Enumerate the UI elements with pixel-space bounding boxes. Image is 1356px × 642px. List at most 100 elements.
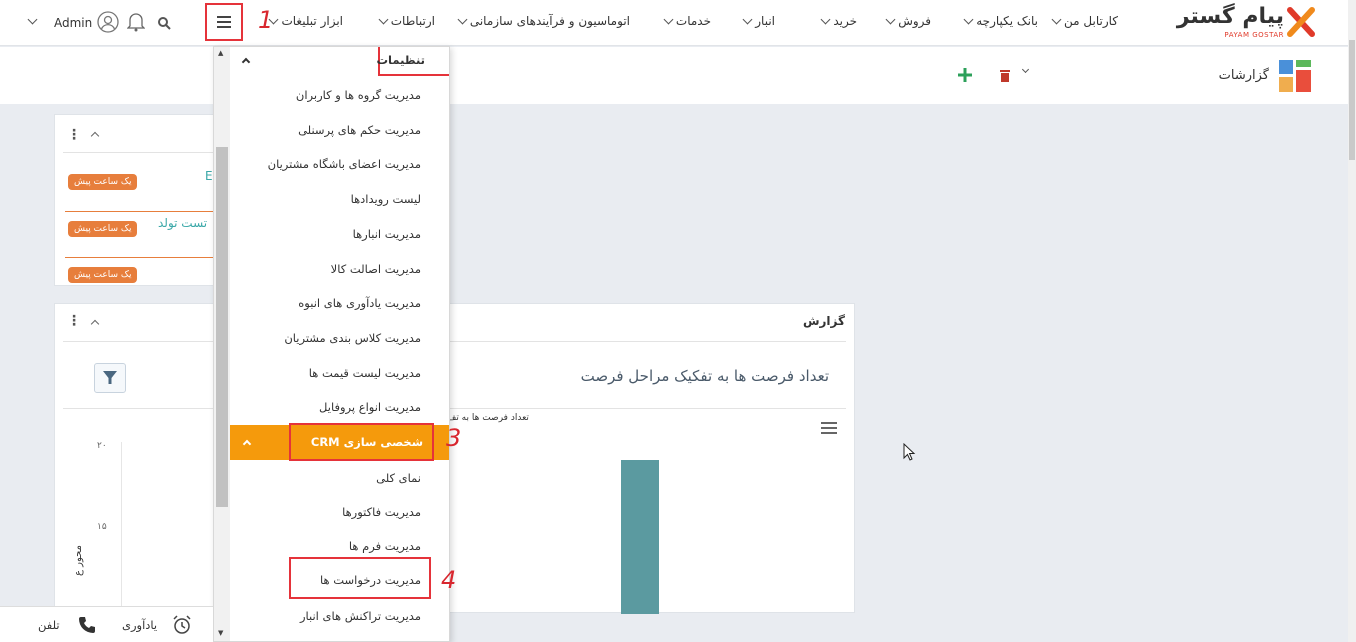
menu-item[interactable]: مدیریت فاکتورها (342, 505, 421, 519)
bell-icon[interactable] (127, 12, 145, 32)
menu-item[interactable]: مدیریت اعضای باشگاه مشتریان (268, 157, 421, 171)
activity-widget: ⋮ یک ساعت پیش E یک ساعت پیش تست تولد یک … (54, 114, 215, 286)
chart-caption: تعداد فرصت ها به تف (447, 413, 529, 423)
scroll-down-arrow-icon[interactable]: ▼ (218, 629, 223, 637)
nav-sales[interactable]: فروش (885, 14, 931, 28)
time-badge: یک ساعت پیش (68, 174, 138, 190)
annotation-number: 1 (258, 6, 274, 34)
report-title: تعداد فرصت ها به تفکیک مراحل فرصت (580, 367, 829, 385)
nav-kartabl[interactable]: کارتابل من (1051, 14, 1118, 28)
divider (65, 257, 215, 258)
divider (63, 341, 846, 342)
menu-item[interactable]: مدیریت انواع پروفایل (319, 400, 421, 414)
more-vertical-icon[interactable]: ⋮ (67, 313, 81, 329)
time-badge: یک ساعت پیش (68, 267, 138, 283)
scroll-up-arrow-icon[interactable]: ▲ (218, 49, 223, 57)
nav-label: خرید (833, 14, 857, 28)
trash-icon[interactable] (999, 69, 1011, 82)
item-link[interactable]: E (205, 169, 213, 183)
menu-item[interactable]: مدیریت گروه ها و کاربران (296, 88, 421, 102)
y-tick-label: ۱۵ (97, 522, 107, 532)
phone-icon[interactable] (78, 616, 96, 634)
collapse-icon[interactable] (90, 319, 100, 329)
chevron-down-icon[interactable] (1021, 65, 1030, 74)
top-navbar: پیام گستر PAYAM GOSTAR کارتابل من بانک ی… (0, 0, 1356, 46)
main-menu-dropdown: ▲ ▼ تنظیمات 2 مدیریت گروه ها و کاربران م… (213, 46, 450, 642)
reports-app-icon (1279, 60, 1311, 92)
logo-mark-icon (1287, 7, 1315, 37)
logo-subtitle: PAYAM GOSTAR (1224, 31, 1284, 39)
nav-communications[interactable]: ارتباطات (378, 14, 435, 28)
nav-label: انبار (755, 14, 775, 28)
nav-label: فروش (898, 14, 931, 28)
divider (65, 211, 215, 212)
page-scrollbar[interactable] (1348, 0, 1356, 642)
menu-section-settings[interactable]: تنظیمات (377, 53, 426, 67)
filter-button[interactable] (94, 363, 126, 393)
chevron-down-icon (963, 14, 974, 24)
divider (63, 408, 846, 409)
nav-automation[interactable]: اتوماسیون و فرآیندهای سازمانی (457, 14, 630, 28)
reminder-label[interactable]: یادآوری (122, 618, 157, 632)
mouse-cursor-icon (903, 443, 916, 461)
avatar-icon[interactable] (97, 11, 119, 33)
time-badge: یک ساعت پیش (68, 221, 138, 237)
annotation-box (289, 423, 434, 461)
item-link[interactable]: تست تولد (158, 216, 207, 230)
y-axis-line (121, 442, 122, 614)
phone-label[interactable]: تلفن (38, 618, 60, 632)
nav-label: بانک یکپارچه (976, 14, 1038, 28)
menu-scrollbar[interactable]: ▲ ▼ (214, 47, 230, 641)
y-axis-label: محور ع (73, 545, 84, 576)
menu-item[interactable]: نمای کلی (376, 471, 421, 485)
hamburger-icon (217, 16, 231, 28)
menu-item[interactable]: لیست رویدادها (351, 192, 421, 206)
y-tick-label: ۲۰ (97, 441, 107, 451)
scrollbar-thumb[interactable] (216, 147, 228, 507)
menu-item[interactable]: مدیریت فرم ها (349, 539, 421, 553)
menu-item[interactable]: مدیریت اصالت کالا (331, 262, 421, 276)
nav-services[interactable]: خدمات (663, 14, 711, 28)
alarm-clock-icon[interactable] (172, 615, 192, 635)
nav-purchase[interactable]: خرید (820, 14, 857, 28)
more-vertical-icon[interactable]: ⋮ (67, 127, 81, 143)
chevron-down-icon (457, 14, 468, 24)
collapse-icon[interactable] (90, 131, 100, 141)
logo[interactable]: پیام گستر PAYAM GOSTAR (1166, 4, 1316, 42)
menu-item[interactable]: مدیریت کلاس بندی مشتریان (284, 331, 421, 345)
nav-warehouse[interactable]: انبار (742, 14, 775, 28)
panel-title: گزارش (802, 314, 845, 328)
chevron-down-icon (378, 14, 389, 24)
menu-toggle-button[interactable] (205, 3, 243, 41)
chart-menu-icon[interactable] (821, 422, 837, 435)
chevron-down-icon (663, 14, 674, 24)
user-name[interactable]: Admin (54, 16, 92, 30)
nav-marketing[interactable]: ابزار تبلیغات (269, 14, 343, 28)
add-icon[interactable] (958, 68, 972, 82)
nav-label: ابزار تبلیغات (281, 14, 343, 28)
nav-bank[interactable]: بانک یکپارچه (963, 14, 1038, 28)
menu-item[interactable]: مدیریت انبارها (353, 227, 421, 241)
page-header: گزارشات (0, 47, 1356, 104)
nav-label: خدمات (675, 14, 711, 28)
bottom-toolbar: یادآوری تلفن (0, 606, 213, 642)
chart-bar[interactable] (621, 460, 659, 614)
chevron-down-icon[interactable] (27, 14, 38, 25)
chevron-down-icon (820, 14, 831, 24)
annotation-number: 4 (441, 566, 457, 594)
section-collapse-icon[interactable] (241, 57, 251, 67)
menu-item[interactable]: مدیریت حکم های پرسنلی (298, 123, 421, 137)
menu-item[interactable]: مدیریت لیست قیمت ها (309, 366, 421, 380)
menu-item[interactable]: مدیریت تراکنش های انبار (300, 609, 421, 623)
menu-item[interactable]: مدیریت یادآوری های انبوه (298, 296, 421, 310)
chevron-down-icon (742, 14, 753, 24)
search-icon[interactable] (157, 16, 171, 30)
scrollbar-thumb[interactable] (1349, 40, 1355, 160)
menu-item[interactable]: مدیریت درخواست ها (320, 573, 421, 587)
chevron-down-icon (1051, 14, 1062, 24)
nav-label: کارتابل من (1064, 14, 1118, 28)
annotation-number: 3 (446, 424, 462, 452)
divider (63, 152, 215, 153)
section-collapse-icon[interactable] (242, 439, 252, 449)
chevron-down-icon (885, 14, 896, 24)
